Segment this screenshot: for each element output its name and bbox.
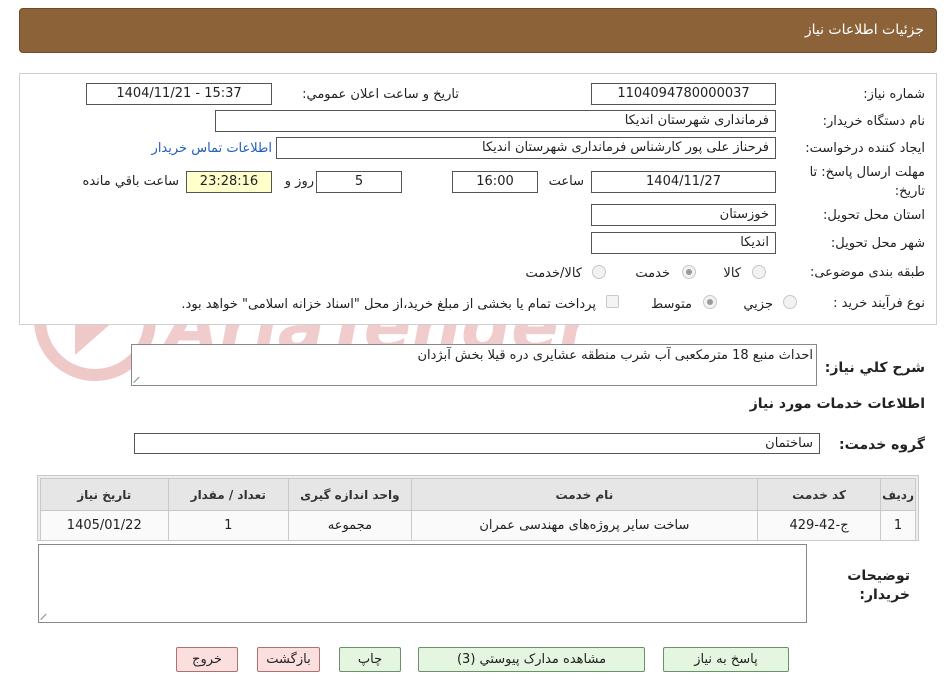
col-need-date: تاریخ نیاز — [40, 478, 169, 511]
col-unit: واحد اندازه گیری — [288, 478, 412, 511]
deadline-label: مهلت ارسال پاسخ: تا — [809, 165, 925, 180]
remaining-label: ساعت باقي مانده — [82, 174, 179, 189]
cell-service-name: ساخت سایر پروژه‌های مهندسی عمران — [410, 510, 758, 541]
table-row[interactable]: 1 ج-42-429 ساخت سایر پروژه‌های مهندسی عم… — [40, 510, 916, 541]
deadline-label-date: تاریخ: — [894, 184, 925, 199]
exit-button[interactable]: خروج — [176, 647, 238, 672]
need-number-field[interactable]: 1104094780000037 — [591, 83, 776, 105]
deadline-date-field[interactable]: 1404/11/27 — [591, 171, 776, 193]
province-label: استان محل تحویل: — [823, 208, 925, 223]
remaining-time-field: 23:28:16 — [186, 171, 272, 193]
day-and-label: روز و — [284, 174, 314, 189]
print-button[interactable]: چاپ — [339, 647, 401, 672]
resize-handle-icon[interactable] — [134, 375, 142, 383]
category-goods-service-radio[interactable] — [592, 265, 606, 279]
cell-row: 1 — [880, 510, 916, 541]
requester-label: ایجاد کننده درخواست: — [805, 141, 925, 156]
description-textarea[interactable]: احداث منبع 18 مترمکعبی آب شرب منطقه عشای… — [131, 344, 817, 386]
reply-button[interactable]: پاسخ به نیاز — [663, 647, 789, 672]
deadline-time-field[interactable]: 16:00 — [452, 171, 538, 193]
col-service-code: کد خدمت — [756, 478, 882, 511]
cell-service-code: ج-42-429 — [756, 510, 882, 541]
services-grid: ردیف کد خدمت نام خدمت واحد اندازه گیری ت… — [40, 478, 916, 541]
category-goods-label: کالا — [723, 266, 741, 281]
buyer-notes-label-2: خریدار: — [859, 587, 910, 603]
page-header: جزئیات اطلاعات نیاز — [19, 8, 937, 53]
buyer-contact-link[interactable]: اطلاعات تماس خریدار — [152, 141, 272, 156]
category-service-radio[interactable] — [682, 265, 696, 279]
announce-datetime-label: تاریخ و ساعت اعلان عمومي: — [302, 87, 459, 102]
description-text: احداث منبع 18 مترمکعبی آب شرب منطقه عشای… — [417, 348, 813, 363]
table-header-row: ردیف کد خدمت نام خدمت واحد اندازه گیری ت… — [40, 478, 916, 511]
process-minor-radio[interactable] — [783, 295, 797, 309]
city-field[interactable]: اندیکا — [591, 232, 776, 254]
cell-unit: مجموعه — [288, 510, 412, 541]
process-medium-label: متوسط — [651, 297, 692, 312]
deadline-hour-label: ساعت — [548, 174, 584, 189]
category-goods-radio[interactable] — [752, 265, 766, 279]
services-table: ردیف کد خدمت نام خدمت واحد اندازه گیری ت… — [37, 475, 919, 541]
service-group-field[interactable]: ساختمان — [134, 433, 820, 454]
resize-handle-icon[interactable] — [41, 612, 49, 620]
buyer-org-field[interactable]: فرمانداری شهرستان اندیکا — [215, 110, 776, 132]
col-quantity: تعداد / مقدار — [167, 478, 290, 511]
description-label: شرح کلي نیاز: — [824, 360, 925, 376]
treasury-note: پرداخت تمام یا بخشی از مبلغ خرید،از محل … — [181, 297, 596, 312]
buyer-notes-label: توضیحات — [847, 568, 910, 584]
province-field[interactable]: خوزستان — [591, 204, 776, 226]
cell-need-date: 1405/01/22 — [40, 510, 169, 541]
page-title: جزئیات اطلاعات نیاز — [804, 22, 924, 38]
back-button[interactable]: بازگشت — [257, 647, 320, 672]
treasury-checkbox[interactable] — [606, 295, 619, 308]
city-label: شهر محل تحویل: — [830, 236, 925, 251]
process-label: نوع فرآیند خرید : — [833, 296, 925, 311]
category-label: طبقه بندی موضوعی: — [809, 265, 925, 280]
process-minor-label: جزيي — [743, 297, 773, 312]
cell-quantity: 1 — [167, 510, 290, 541]
category-service-label: خدمت — [635, 266, 670, 281]
process-medium-radio[interactable] — [703, 295, 717, 309]
requester-field[interactable]: فرحناز علی پور کارشناس فرمانداری شهرستان… — [276, 137, 776, 159]
days-field[interactable]: 5 — [316, 171, 402, 193]
buyer-org-label: نام دستگاه خریدار: — [822, 114, 925, 129]
services-info-heading: اطلاعات خدمات مورد نیاز — [749, 396, 925, 412]
buyer-notes-textarea[interactable] — [38, 544, 807, 623]
col-row: ردیف — [880, 478, 916, 511]
need-number-label: شماره نیاز: — [863, 87, 925, 102]
announce-datetime-field[interactable]: 1404/11/21 - 15:37 — [86, 83, 272, 105]
category-goods-service-label: کالا/خدمت — [525, 266, 582, 281]
attachments-button[interactable]: مشاهده مدارک پیوستي (3) — [418, 647, 645, 672]
col-service-name: نام خدمت — [410, 478, 758, 511]
service-group-label: گروه خدمت: — [839, 437, 925, 453]
